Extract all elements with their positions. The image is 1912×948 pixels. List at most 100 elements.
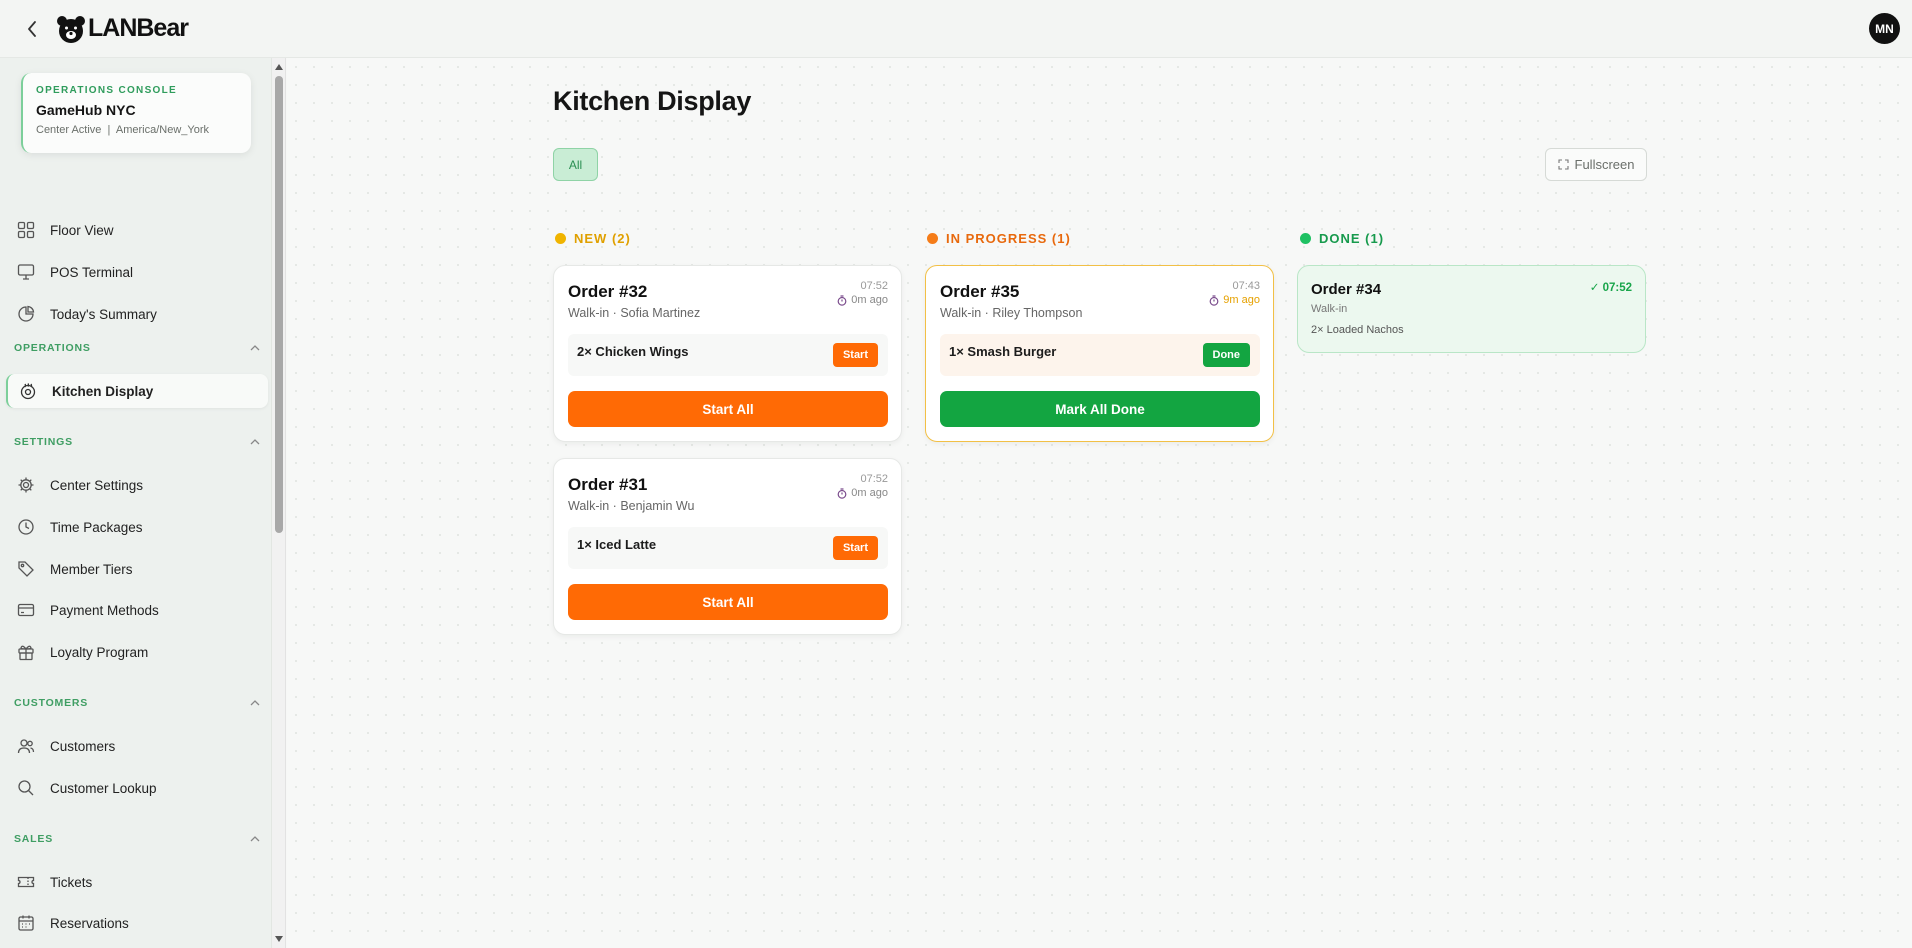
order-elapsed-text: 0m ago	[851, 487, 888, 499]
sidebar-item-label: Floor View	[50, 222, 114, 238]
grid-icon	[16, 220, 36, 240]
status-dot	[1300, 233, 1311, 244]
sidebar-item-member-tiers[interactable]: Member Tiers	[14, 552, 270, 586]
column-label: IN PROGRESS (1)	[946, 231, 1071, 246]
center-name: GameHub NYC	[36, 102, 136, 118]
order-card-32: Order #32 Walk-in · Sofia Martinez 07:52…	[553, 265, 902, 442]
order-elapsed: 9m ago	[1209, 294, 1260, 306]
sidebar-item-customers[interactable]: Customers	[14, 729, 270, 763]
sidebar-item-loyalty-program[interactable]: Loyalty Program	[14, 635, 270, 669]
start-all-button[interactable]: Start All	[568, 391, 888, 427]
column-header-done: DONE (1)	[1300, 231, 1384, 246]
order-customer: Walk-in · Riley Thompson	[940, 306, 1083, 320]
filter-all-button[interactable]: All	[553, 148, 598, 181]
expand-icon	[1557, 159, 1569, 170]
sidebar-item-todays-summary[interactable]: Today's Summary	[14, 297, 270, 331]
order-customer: Walk-in · Sofia Martinez	[568, 306, 701, 320]
console-eyebrow: OPERATIONS CONSOLE	[36, 85, 178, 96]
sidebar-item-floor-view[interactable]: Floor View	[14, 213, 270, 247]
item-start-button[interactable]: Start	[832, 343, 878, 367]
chevron-up-icon	[250, 439, 260, 445]
order-item-row: 1× Smash Burger Done	[940, 334, 1260, 376]
main-content	[287, 58, 1912, 948]
sidebar-item-customer-lookup[interactable]: Customer Lookup	[14, 771, 270, 805]
scroll-down-arrow-icon[interactable]	[275, 936, 283, 942]
section-title: CUSTOMERS	[14, 697, 89, 709]
item-done-button[interactable]: Done	[1202, 343, 1250, 367]
sidebar-item-label: Loyalty Program	[50, 644, 149, 660]
order-card-31: Order #31 Walk-in · Benjamin Wu 07:52 0m…	[553, 458, 902, 635]
order-time: 07:43	[1232, 280, 1260, 292]
bear-logo-icon	[57, 15, 85, 43]
order-time: 07:52	[860, 473, 888, 485]
order-item-row: 2× Chicken Wings Start	[568, 334, 888, 376]
scrollbar-thumb[interactable]	[275, 76, 283, 533]
sidebar-item-payment-methods[interactable]: Payment Methods	[14, 593, 270, 627]
sidebar-item-label: Customer Lookup	[50, 780, 157, 796]
chevron-up-icon	[250, 836, 260, 842]
order-title: Order #35	[940, 282, 1020, 301]
sidebar-item-tickets[interactable]: Tickets	[14, 865, 270, 899]
top-bar: LANBear MN	[0, 0, 1912, 58]
order-elapsed: 0m ago	[837, 294, 888, 306]
item-start-button[interactable]: Start	[832, 536, 878, 560]
sidebar-item-center-settings[interactable]: Center Settings	[14, 468, 270, 502]
section-header-settings[interactable]: SETTINGS	[14, 434, 260, 450]
sidebar-item-kitchen-display[interactable]: Kitchen Display	[6, 374, 268, 408]
sidebar-item-reservations[interactable]: Reservations	[14, 906, 270, 940]
sidebar-item-label: Tickets	[50, 874, 93, 890]
sidebar-item-time-packages[interactable]: Time Packages	[14, 510, 270, 544]
column-label: NEW (2)	[574, 231, 631, 246]
column-label: DONE (1)	[1319, 231, 1385, 246]
sidebar-item-label: Time Packages	[50, 519, 143, 535]
fullscreen-button[interactable]: Fullscreen	[1545, 148, 1647, 181]
order-elapsed: 0m ago	[837, 487, 888, 499]
calendar-icon	[16, 913, 36, 933]
sidebar-item-label: Customers	[50, 738, 116, 754]
order-item-label: 2× Chicken Wings	[577, 344, 689, 359]
order-time: 07:52	[860, 280, 888, 292]
chevron-left-icon	[28, 21, 36, 37]
sidebar-scrollbar[interactable]	[272, 58, 286, 948]
order-title: Order #32	[568, 282, 648, 301]
brand-name: LANBear	[88, 14, 189, 42]
section-header-operations[interactable]: OPERATIONS	[14, 340, 260, 356]
order-item-label: 2× Loaded Nachos	[1311, 324, 1404, 336]
scroll-up-arrow-icon[interactable]	[275, 64, 283, 70]
section-title: SALES	[14, 833, 54, 845]
sidebar-item-label: POS Terminal	[50, 264, 134, 280]
order-card-35: Order #35 Walk-in · Riley Thompson 07:43…	[925, 265, 1274, 442]
back-button[interactable]	[22, 18, 42, 40]
order-customer: Walk-in · Benjamin Wu	[568, 499, 695, 513]
section-header-sales[interactable]: SALES	[14, 831, 260, 847]
order-title: Order #31	[568, 475, 648, 494]
start-all-button[interactable]: Start All	[568, 584, 888, 620]
gear-icon	[16, 475, 36, 495]
credit-card-icon	[16, 600, 36, 620]
mark-all-done-button[interactable]: Mark All Done	[940, 391, 1260, 427]
monitor-icon	[16, 262, 36, 282]
timer-icon	[837, 294, 847, 306]
order-elapsed-text: 0m ago	[851, 294, 888, 306]
order-card-34: Order #34 Walk-in 2× Loaded Nachos ✓ 07:…	[1297, 265, 1646, 353]
center-status: Center Active | America/New_York	[36, 124, 210, 136]
section-header-customers[interactable]: CUSTOMERS	[14, 695, 260, 711]
operations-console-card: OPERATIONS CONSOLE GameHub NYC Center Ac…	[21, 73, 251, 153]
status-dot	[927, 233, 938, 244]
sidebar-item-label: Reservations	[50, 915, 129, 931]
order-customer: Walk-in	[1311, 303, 1348, 315]
clock-icon	[16, 517, 36, 537]
tag-icon	[16, 559, 36, 579]
column-header-new: NEW (2)	[555, 231, 631, 246]
sidebar-item-label: Today's Summary	[50, 306, 157, 322]
sidebar-item-label: Member Tiers	[50, 561, 133, 577]
sidebar-item-pos-terminal[interactable]: POS Terminal	[14, 255, 270, 289]
order-completed-time: ✓ 07:52	[1589, 282, 1632, 294]
gift-icon	[16, 642, 36, 662]
order-item-label: 1× Iced Latte	[577, 537, 657, 552]
chevron-up-icon	[250, 700, 260, 706]
status-dot	[555, 233, 566, 244]
user-avatar[interactable]: MN	[1869, 13, 1900, 44]
app-logo[interactable]: LANBear	[56, 14, 189, 43]
timer-icon	[1209, 294, 1219, 306]
